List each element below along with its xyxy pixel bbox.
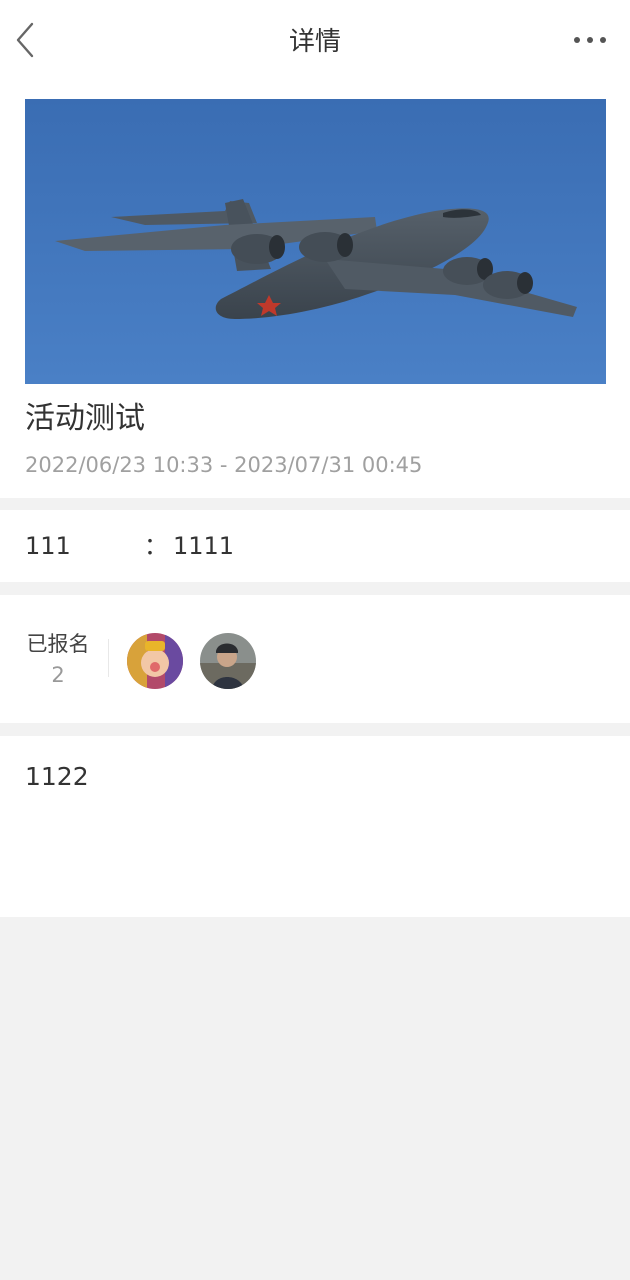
signup-count: 2 [51, 663, 65, 687]
field-value: 1111 [173, 532, 235, 560]
signup-section[interactable]: 已报名 2 [0, 595, 630, 723]
avatar-image-icon [127, 633, 183, 689]
transport-aircraft-photo [25, 99, 606, 384]
top-nav-bar: 详情 [0, 0, 630, 84]
custom-field-row: 111 ： 1111 [0, 510, 630, 582]
avatar-image-icon [200, 633, 256, 689]
field-separator: ： [144, 532, 168, 560]
participant-avatar-1[interactable] [127, 633, 183, 689]
event-title: 活动测试 [25, 401, 145, 436]
page-title: 详情 [288, 27, 341, 57]
participant-avatar-2[interactable] [200, 633, 256, 689]
divider [108, 639, 109, 677]
more-button[interactable] [568, 24, 612, 56]
event-card: 活动测试 2022/06/23 10:33 - 2023/07/31 00:45 [0, 84, 630, 498]
signup-label: 已报名 [26, 632, 90, 656]
field-label: 111 [25, 532, 71, 560]
more-dots-icon [574, 37, 606, 43]
app-root: 详情 活动测试 2022/06/23 10:33 - 2023/07/31 00… [0, 0, 630, 1280]
description-text: 1122 [25, 762, 89, 791]
event-description: 1122 [0, 736, 630, 917]
event-cover-image [25, 99, 606, 384]
event-time-range: 2022/06/23 10:33 - 2023/07/31 00:45 [25, 453, 423, 477]
